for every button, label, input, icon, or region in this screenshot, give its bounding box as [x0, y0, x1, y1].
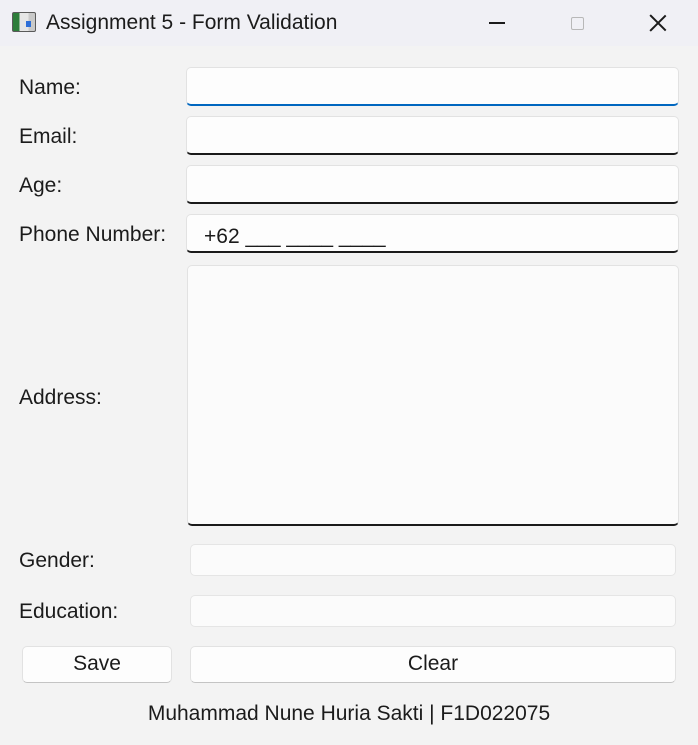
- education-label: Education:: [19, 600, 119, 623]
- gender-label: Gender:: [19, 549, 95, 572]
- clear-button[interactable]: Clear: [190, 646, 676, 683]
- age-input[interactable]: [186, 165, 679, 204]
- phone-input[interactable]: +62 ___ ____ ____: [186, 214, 679, 253]
- age-label: Age:: [19, 174, 63, 197]
- minimize-button[interactable]: [457, 0, 537, 46]
- close-button[interactable]: [618, 0, 698, 46]
- minimize-icon: [489, 22, 505, 24]
- address-textarea[interactable]: [187, 265, 679, 526]
- address-label: Address:: [19, 386, 102, 409]
- app-window: Assignment 5 - Form Validation Name: Ema…: [0, 0, 698, 745]
- title-bar[interactable]: Assignment 5 - Form Validation: [0, 0, 698, 46]
- email-label: Email:: [19, 125, 78, 148]
- footer-credit: Muhammad Nune Huria Sakti | F1D022075: [147, 702, 551, 725]
- name-label: Name:: [19, 76, 81, 99]
- maximize-icon: [570, 16, 584, 30]
- window-title: Assignment 5 - Form Validation: [46, 11, 338, 34]
- save-button[interactable]: Save: [22, 646, 172, 683]
- phone-label: Phone Number:: [19, 223, 167, 246]
- close-icon: [649, 14, 667, 32]
- app-window-icon: [12, 12, 36, 32]
- email-input[interactable]: [186, 116, 679, 155]
- maximize-button[interactable]: [537, 0, 617, 46]
- name-input[interactable]: [186, 67, 679, 106]
- phone-mask-text: +62 ___ ____ ____: [204, 225, 386, 248]
- education-select[interactable]: [190, 595, 676, 627]
- gender-select[interactable]: [190, 544, 676, 576]
